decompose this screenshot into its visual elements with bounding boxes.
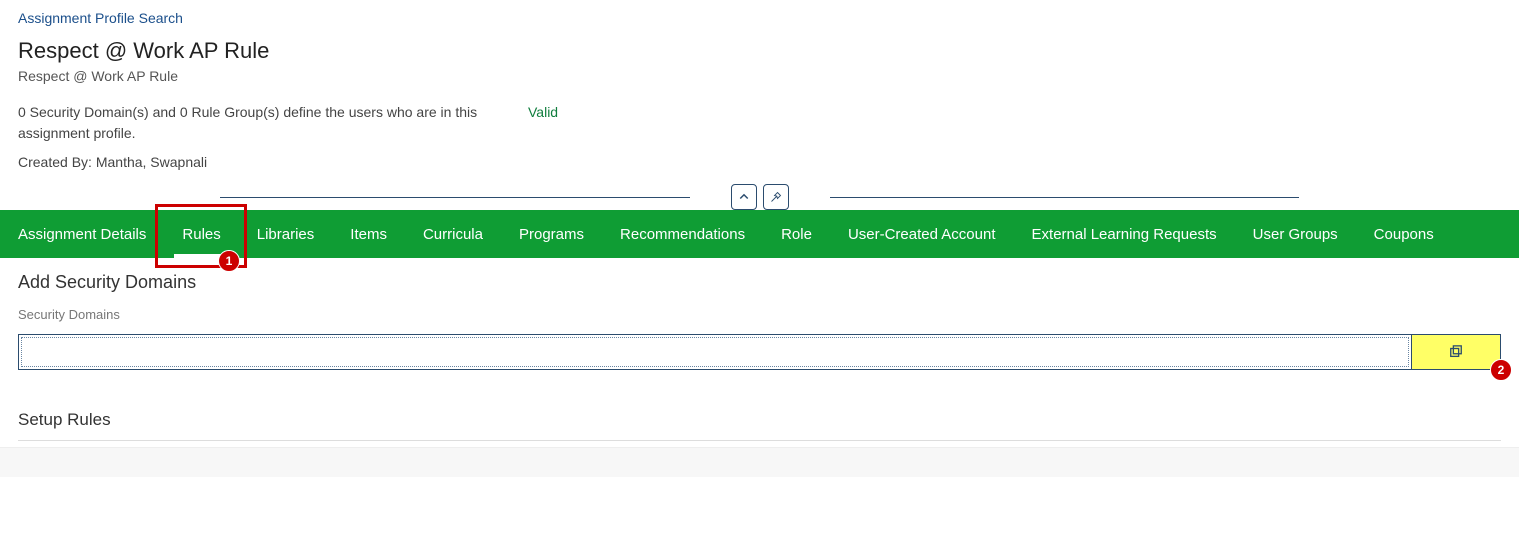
breadcrumb-link[interactable]: Assignment Profile Search	[0, 0, 1519, 30]
security-domains-label: Security Domains	[0, 307, 1519, 334]
page-subtitle: Respect @ Work AP Rule	[0, 66, 1519, 102]
tab-external-learning-requests[interactable]: External Learning Requests	[1014, 210, 1235, 258]
security-domains-picker-button[interactable]: 2	[1411, 334, 1501, 370]
tab-libraries[interactable]: Libraries	[239, 210, 333, 258]
collapse-up-button[interactable]	[731, 184, 757, 210]
tab-recommendations[interactable]: Recommendations	[602, 210, 763, 258]
profile-summary-text: 0 Security Domain(s) and 0 Rule Group(s)…	[18, 102, 498, 144]
tab-coupons[interactable]: Coupons	[1356, 210, 1452, 258]
annotation-badge-2: 2	[1490, 359, 1512, 381]
section-setup-rules: Setup Rules	[0, 410, 1519, 440]
divider	[18, 440, 1501, 441]
tab-programs[interactable]: Programs	[501, 210, 602, 258]
tab-assignment-details[interactable]: Assignment Details	[0, 210, 164, 258]
tab-user-groups[interactable]: User Groups	[1235, 210, 1356, 258]
tab-role[interactable]: Role	[763, 210, 830, 258]
chevron-up-icon	[738, 191, 750, 203]
annotation-badge-1: 1	[218, 250, 240, 272]
tab-items[interactable]: Items	[332, 210, 405, 258]
footer-area	[0, 447, 1519, 477]
status-badge: Valid	[528, 102, 558, 120]
security-domains-input[interactable]	[18, 334, 1412, 370]
pin-icon	[770, 191, 782, 203]
tab-curricula[interactable]: Curricula	[405, 210, 501, 258]
created-by-value: Mantha, Swapnali	[96, 154, 207, 170]
pin-button[interactable]	[763, 184, 789, 210]
value-help-icon	[1449, 345, 1463, 359]
created-by-text: Created By: Mantha, Swapnali	[0, 150, 1519, 184]
page-title: Respect @ Work AP Rule	[0, 30, 1519, 66]
tab-user-created-account[interactable]: User-Created Account	[830, 210, 1014, 258]
created-by-label: Created By:	[18, 154, 92, 170]
header-collapse-bar	[0, 184, 1519, 210]
